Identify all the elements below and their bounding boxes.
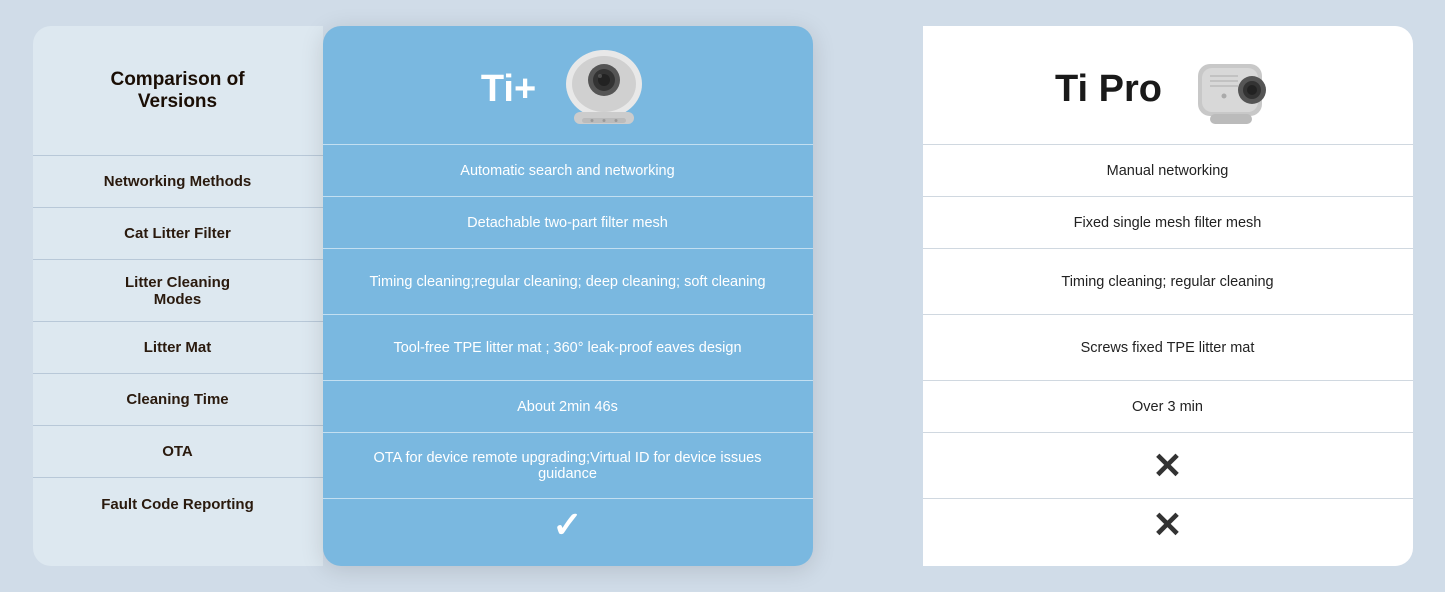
ti-plus-row-litter-mat: Tool-free TPE litter mat ; 360° leak-pro… <box>323 314 813 380</box>
sidebar-row-cleaning-modes: Litter Cleaning Modes <box>33 260 323 322</box>
ti-pro-row-networking: Manual networking <box>923 144 1413 196</box>
ti-plus-row-cleaning-time: About 2min 46s <box>323 380 813 432</box>
ti-pro-fault-x-icon: ✕ <box>1152 504 1182 546</box>
sidebar-header: Comparison of Versions <box>33 26 323 156</box>
ti-pro-litter-mat-text: Screws fixed TPE litter mat <box>1081 340 1255 356</box>
ti-pro-networking-text: Manual networking <box>1107 163 1229 179</box>
ti-pro-rows: Manual networking Fixed single mesh filt… <box>923 144 1413 566</box>
sidebar-row-networking: Networking Methods <box>33 156 323 208</box>
ti-pro-column: Ti Pro Manual netwo <box>923 26 1413 566</box>
ti-plus-row-fault-code: ✓ <box>323 498 813 550</box>
ti-plus-header: Ti+ <box>323 26 813 144</box>
sidebar-label-cleaning-time: Cleaning Time <box>126 391 228 408</box>
sidebar-row-ota: OTA <box>33 426 323 478</box>
ti-plus-row-filter: Detachable two-part filter mesh <box>323 196 813 248</box>
ti-pro-row-ota: ✕ <box>923 432 1413 498</box>
ti-plus-row-ota: OTA for device remote upgrading;Virtual … <box>323 432 813 498</box>
comparison-title: Comparison of Versions <box>110 69 244 113</box>
ti-plus-networking-text: Automatic search and networking <box>460 163 674 179</box>
ti-pro-header: Ti Pro <box>923 26 1413 144</box>
ti-pro-row-cleaning-modes: Timing cleaning; regular cleaning <box>923 248 1413 314</box>
ti-pro-ota-x-icon: ✕ <box>1152 445 1182 487</box>
sidebar: Comparison of Versions Networking Method… <box>33 26 323 566</box>
ti-plus-cleaning-modes-text: Timing cleaning;regular cleaning; deep c… <box>369 274 765 290</box>
sidebar-row-fault-code: Fault Code Reporting <box>33 478 323 530</box>
ti-plus-filter-text: Detachable two-part filter mesh <box>467 215 668 231</box>
ti-pro-row-litter-mat: Screws fixed TPE litter mat <box>923 314 1413 380</box>
sidebar-label-litter-mat: Litter Mat <box>144 339 212 356</box>
sidebar-label-cleaning-modes: Litter Cleaning Modes <box>125 274 230 308</box>
sidebar-row-litter-mat: Litter Mat <box>33 322 323 374</box>
ti-plus-row-networking: Automatic search and networking <box>323 144 813 196</box>
ti-pro-device-image <box>1180 44 1280 134</box>
sidebar-row-cleaning-time: Cleaning Time <box>33 374 323 426</box>
ti-plus-row-cleaning-modes: Timing cleaning;regular cleaning; deep c… <box>323 248 813 314</box>
sidebar-label-filter: Cat Litter Filter <box>124 225 231 242</box>
comparison-table: Comparison of Versions Networking Method… <box>33 26 1413 566</box>
ti-plus-rows: Automatic search and networking Detachab… <box>323 144 813 566</box>
ti-pro-title: Ti Pro <box>1055 68 1162 111</box>
ti-pro-cleaning-modes-text: Timing cleaning; regular cleaning <box>1061 274 1273 290</box>
ti-plus-litter-mat-text: Tool-free TPE litter mat ; 360° leak-pro… <box>393 340 741 356</box>
ti-plus-device-image <box>554 44 654 134</box>
ti-pro-row-filter: Fixed single mesh filter mesh <box>923 196 1413 248</box>
ti-plus-title: Ti+ <box>481 68 536 111</box>
sidebar-label-fault-code: Fault Code Reporting <box>101 496 254 513</box>
ti-plus-checkmark-icon: ✓ <box>552 504 582 546</box>
sidebar-label-networking: Networking Methods <box>104 173 252 190</box>
ti-pro-filter-text: Fixed single mesh filter mesh <box>1074 215 1262 231</box>
ti-plus-column: Ti+ Automatic searc <box>323 26 813 566</box>
ti-plus-cleaning-time-text: About 2min 46s <box>517 399 618 415</box>
ti-plus-ota-text: OTA for device remote upgrading;Virtual … <box>351 450 785 482</box>
ti-pro-row-cleaning-time: Over 3 min <box>923 380 1413 432</box>
sidebar-row-filter: Cat Litter Filter <box>33 208 323 260</box>
ti-pro-cleaning-time-text: Over 3 min <box>1132 399 1203 415</box>
ti-pro-row-fault-code: ✕ <box>923 498 1413 550</box>
sidebar-label-ota: OTA <box>162 443 193 460</box>
